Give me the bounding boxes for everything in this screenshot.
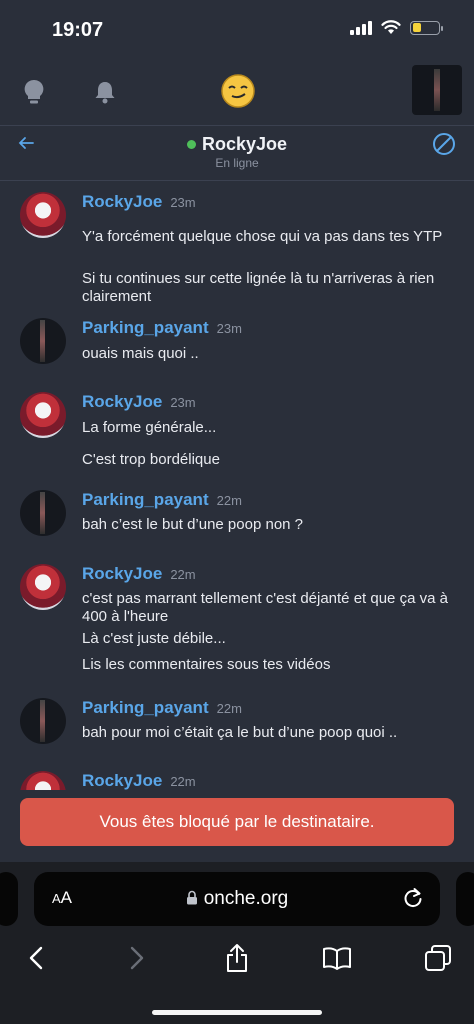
status-bar: 19:07 — [0, 0, 474, 60]
message-time: 23m — [170, 195, 196, 210]
message-text: Lis les commentaires sous tes vidéos — [82, 656, 331, 673]
message-author[interactable]: RockyJoe — [82, 771, 162, 790]
signal-icon — [350, 20, 372, 35]
message-text: bah c’est le but d’une poop non ? — [82, 516, 304, 533]
blocked-banner: Vous êtes bloqué par le destinataire. — [20, 798, 454, 846]
block-icon[interactable] — [432, 132, 456, 161]
wifi-icon — [381, 20, 401, 34]
message-text: Y'a forcément quelque chose qui va pas d… — [82, 228, 443, 245]
message-author[interactable]: Parking_payant — [82, 318, 209, 338]
bell-icon[interactable] — [85, 74, 125, 110]
book-icon — [323, 947, 351, 970]
message-text: Là c'est juste débile... — [82, 630, 226, 647]
browser-bottom-bar: AA onche.org — [0, 862, 474, 1024]
avatar[interactable] — [20, 564, 66, 610]
top-navigation — [0, 60, 474, 124]
avatar[interactable] — [20, 318, 66, 364]
lightbulb-icon[interactable] — [14, 74, 54, 110]
avatar[interactable] — [20, 771, 66, 790]
forward-button[interactable] — [117, 940, 157, 976]
message-time: 23m — [216, 321, 242, 336]
message-time: 22m — [170, 567, 196, 582]
address-bar[interactable]: AA onche.org — [34, 872, 440, 926]
chat-header: RockyJoe En ligne — [0, 126, 474, 181]
chat-title: RockyJoe — [186, 134, 288, 155]
message-author[interactable]: Parking_payant — [82, 490, 209, 510]
chat-contact-name: RockyJoe — [201, 134, 288, 154]
status-time: 19:07 — [52, 19, 104, 41]
tabs-button[interactable] — [418, 940, 458, 976]
message-author[interactable]: RockyJoe — [82, 192, 162, 212]
home-indicator[interactable] — [152, 1010, 322, 1015]
user-avatar-thumbnail[interactable] — [412, 65, 462, 115]
message-time: 22m — [216, 493, 242, 508]
online-status-dot — [186, 140, 196, 149]
message-list[interactable]: RockyJoe 23m Y'a forcément quelque chose … — [0, 182, 474, 790]
message-time: 22m — [170, 774, 196, 789]
tabs-icon — [425, 945, 451, 971]
message-time: 23m — [170, 395, 196, 410]
avatar[interactable] — [20, 698, 66, 744]
message-text: C'est trop bordélique — [82, 451, 220, 468]
next-tab-preview[interactable] — [456, 872, 474, 926]
reload-icon[interactable] — [402, 886, 424, 915]
message-text: La forme générale... — [82, 419, 217, 436]
message-text: Si tu continues sur cette lignée là tu n… — [82, 270, 435, 305]
chat-status: En ligne — [215, 156, 259, 170]
smiley-logo-icon[interactable] — [217, 70, 259, 112]
message-text: ouais mais quoi .. — [82, 345, 199, 362]
bookmarks-button[interactable] — [317, 940, 357, 976]
share-icon — [227, 944, 247, 972]
chevron-left-icon — [29, 946, 43, 970]
message-author[interactable]: Parking_payant — [82, 698, 209, 718]
avatar[interactable] — [20, 490, 66, 536]
url-text: onche.org — [203, 888, 289, 909]
message-text: c'est pas marrant tellement c'est déjant… — [82, 590, 448, 625]
share-button[interactable] — [217, 940, 257, 976]
message-text: bah pour moi c’était ça le but d’une poo… — [82, 724, 398, 741]
battery-icon — [410, 20, 443, 35]
chevron-right-icon — [130, 946, 144, 970]
lock-icon — [186, 890, 197, 905]
avatar[interactable] — [20, 392, 66, 438]
previous-tab-preview[interactable] — [0, 872, 18, 926]
avatar[interactable] — [20, 192, 66, 238]
message-author[interactable]: RockyJoe — [82, 392, 162, 412]
message-author[interactable]: RockyJoe — [82, 564, 162, 584]
message-time: 22m — [216, 701, 242, 716]
back-button[interactable] — [16, 940, 56, 976]
